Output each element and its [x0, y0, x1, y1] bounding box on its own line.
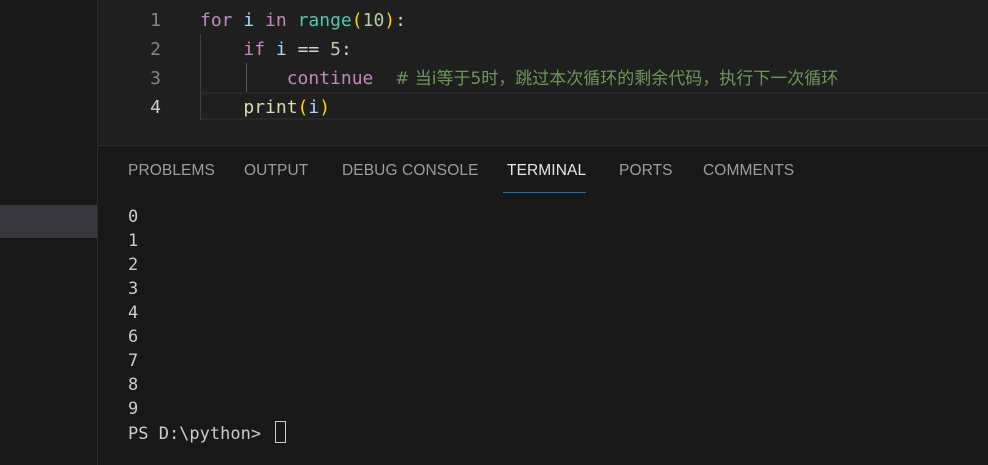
sidebar-selected-item[interactable]: [0, 205, 97, 238]
code-token: :: [340, 39, 352, 60]
code-token: (: [297, 97, 309, 118]
terminal-line: 0: [128, 207, 139, 227]
line-number: 2: [150, 39, 161, 60]
line-number: 4: [150, 97, 161, 118]
code-token: :: [395, 10, 406, 31]
tab-debug-console[interactable]: DEBUG CONSOLE: [342, 162, 479, 186]
code-editor[interactable]: 1 for i in range(10): 2 if i == 5: 3 contin…: [98, 0, 988, 146]
code-line[interactable]: 1 for i in range(10):: [98, 6, 988, 35]
code-token: ): [384, 10, 396, 31]
code-token: if: [243, 39, 266, 60]
tab-comments[interactable]: COMMENTS: [703, 162, 794, 186]
terminal-line: 4: [128, 303, 139, 323]
terminal-cursor: [275, 421, 287, 443]
code-text: for i in range(10):: [200, 6, 406, 35]
terminal-output[interactable]: 0 1 2 3 4 6 7 8 9 PS D:\python>: [128, 205, 287, 445]
code-token: i: [308, 97, 320, 118]
code-token: 5: [330, 39, 341, 60]
tab-terminal[interactable]: TERMINAL: [507, 162, 586, 186]
code-token: i: [275, 39, 287, 60]
tab-ports[interactable]: PORTS: [619, 162, 673, 186]
terminal-line: 8: [128, 375, 139, 395]
code-token: i: [243, 10, 255, 31]
code-token: ==: [286, 39, 331, 60]
code-text: if i == 5:: [200, 35, 352, 64]
terminal-line: 3: [128, 279, 139, 299]
code-token: range: [297, 10, 352, 31]
code-text: continue # 当i等于5时，跳过本次循环的剩余代码，执行下一次循环: [200, 64, 839, 94]
terminal-line: 9: [128, 399, 139, 419]
terminal-line: 6: [128, 327, 139, 347]
code-line[interactable]: 4 print(i): [98, 93, 988, 122]
line-number: 3: [150, 68, 161, 89]
terminal-prompt-line: PS D:\python>: [128, 421, 287, 445]
code-line[interactable]: 3 continue # 当i等于5时，跳过本次循环的剩余代码，执行下一次循环: [98, 64, 988, 93]
terminal-line: 2: [128, 255, 139, 275]
code-text: print(i): [200, 93, 330, 122]
code-token: for: [200, 10, 233, 31]
terminal-line: 7: [128, 351, 139, 371]
code-token: (: [351, 10, 363, 31]
explorer-sidebar: [0, 0, 98, 465]
code-token: ): [319, 97, 331, 118]
code-line[interactable]: 2 if i == 5:: [98, 35, 988, 64]
tab-output[interactable]: OUTPUT: [244, 162, 308, 186]
active-tab-indicator: [503, 192, 586, 193]
code-token: in: [265, 10, 287, 31]
terminal-prompt: PS D:\python>: [128, 424, 272, 444]
terminal-line: 1: [128, 231, 139, 251]
panel-tabs: PROBLEMS OUTPUT DEBUG CONSOLE TERMINAL P…: [98, 146, 988, 196]
code-token: print: [243, 97, 298, 118]
code-token: 10: [362, 10, 385, 31]
code-comment: # 当i等于5时，跳过本次循环的剩余代码，执行下一次循环: [395, 69, 839, 89]
tab-problems[interactable]: PROBLEMS: [128, 162, 215, 186]
code-token: continue: [286, 68, 374, 89]
bottom-panel: PROBLEMS OUTPUT DEBUG CONSOLE TERMINAL P…: [98, 146, 988, 465]
line-number: 1: [150, 10, 161, 31]
